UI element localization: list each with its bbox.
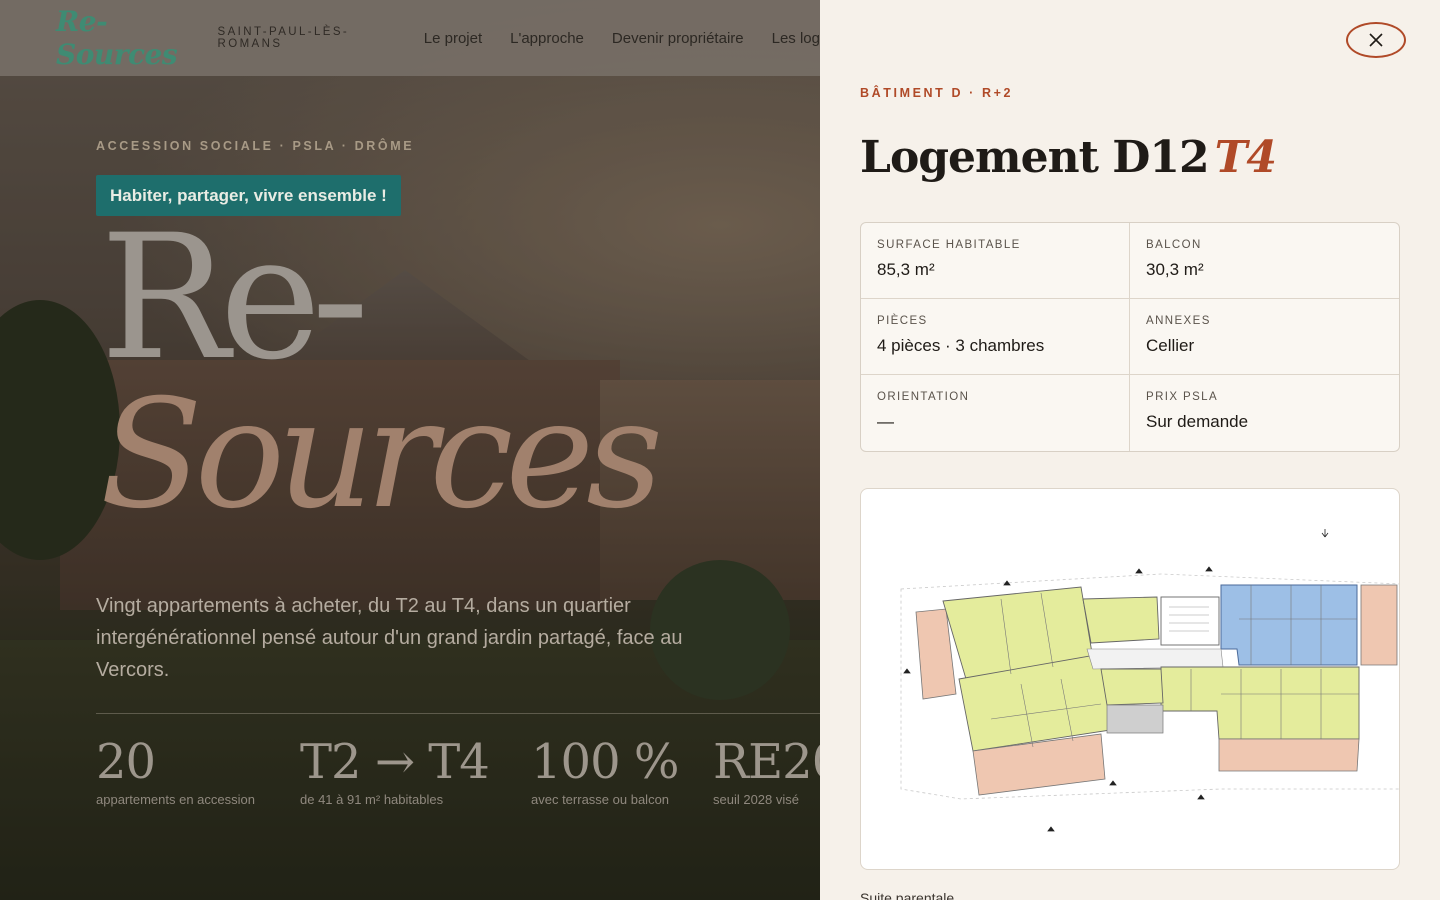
unit-detail-drawer: BÂTIMENT D · R+2 Logement D12 T4 SURFACE …: [820, 0, 1440, 900]
unit-specs-table: SURFACE HABITABLE 85,3 m² BALCON 30,3 m²…: [860, 222, 1400, 452]
stat-value: T2 → T4: [300, 734, 490, 790]
spec-orientation: ORIENTATION —: [861, 375, 1130, 451]
site-logo[interactable]: Re-Sources: [56, 5, 204, 71]
stat-types: T2 → T4 de 41 à 91 m² habitables: [300, 734, 490, 807]
stat-label: avec terrasse ou balcon: [531, 792, 670, 807]
plan-corridor: [1086, 648, 1224, 670]
spec-label: ORIENTATION: [877, 391, 970, 403]
unit-type: T4: [1214, 132, 1277, 183]
spec-value: 85,3 m²: [877, 260, 935, 279]
plan-zone-selected-unit: [1220, 584, 1358, 666]
spec-value: Sur demande: [1146, 412, 1249, 431]
main-nav: Le projet L'approche Devenir propriétair…: [424, 30, 820, 47]
floor-plan-card[interactable]: [860, 488, 1400, 870]
spec-annexes: ANNEXES Cellier: [1130, 299, 1399, 375]
next-section-heading: Suite parentale: [860, 890, 955, 900]
nav-link-projet[interactable]: Le projet: [424, 30, 482, 47]
hero-divider: [96, 713, 820, 714]
spec-balcony: BALCON 30,3 m²: [1130, 223, 1399, 299]
spec-value: —: [877, 412, 894, 431]
close-button[interactable]: [1346, 22, 1406, 58]
spec-label: BALCON: [1146, 239, 1202, 251]
hero-title-sources: Sources: [100, 368, 663, 542]
spec-label: ANNEXES: [1146, 315, 1211, 327]
plan-zone-salmon: [1218, 738, 1360, 772]
floor-plan-image: [900, 529, 1399, 832]
plan-stair-core: [1160, 596, 1220, 646]
close-icon: [1369, 33, 1383, 47]
stat-label: de 41 à 91 m² habitables: [300, 792, 444, 807]
hero-title-re: Re-: [100, 197, 369, 398]
spec-label: PIÈCES: [877, 315, 928, 327]
hero-eyebrow: ACCESSION SOCIALE · PSLA · DRÔME: [96, 139, 415, 153]
unit-name: Logement D12: [860, 132, 1210, 183]
stat-value: 100 %: [531, 734, 679, 790]
spec-rooms: PIÈCES 4 pièces · 3 chambres: [861, 299, 1130, 375]
stat-apartments: 20 appartements en accession: [96, 734, 255, 807]
spec-value: 4 pièces · 3 chambres: [877, 336, 1045, 355]
spec-price: PRIX PSLA Sur demande: [1130, 375, 1399, 451]
plan-zone-yellow: [1100, 668, 1164, 706]
site-header: Re-Sources SAINT-PAUL-LÈS-ROMANS Le proj…: [0, 0, 820, 76]
plan-zone-salmon: [1360, 584, 1398, 666]
spec-value: 30,3 m²: [1146, 260, 1204, 279]
spec-value: Cellier: [1146, 336, 1195, 355]
stat-terrace: 100 % avec terrasse ou balcon: [531, 734, 679, 807]
stat-label: appartements en accession: [96, 792, 255, 807]
hero-lead: Vingt appartements à acheter, du T2 au T…: [96, 595, 683, 681]
site-location: SAINT-PAUL-LÈS-ROMANS: [217, 26, 350, 50]
stat-value: 20: [96, 734, 156, 790]
plan-zone-yellow: [1082, 596, 1160, 644]
building-floor-label: BÂTIMENT D · R+2: [860, 86, 1014, 100]
spec-surface: SURFACE HABITABLE 85,3 m²: [861, 223, 1130, 299]
plan-zone-yellow: [1160, 666, 1360, 740]
nav-link-logements[interactable]: Les log: [772, 30, 820, 47]
unit-title: Logement D12 T4: [860, 132, 1277, 183]
plan-zone-grey: [1106, 704, 1164, 734]
nav-link-proprietaire[interactable]: Devenir propriétaire: [612, 30, 744, 47]
spec-label: SURFACE HABITABLE: [877, 239, 1021, 251]
nav-link-approche[interactable]: L'approche: [510, 30, 584, 47]
spec-label: PRIX PSLA: [1146, 391, 1219, 403]
